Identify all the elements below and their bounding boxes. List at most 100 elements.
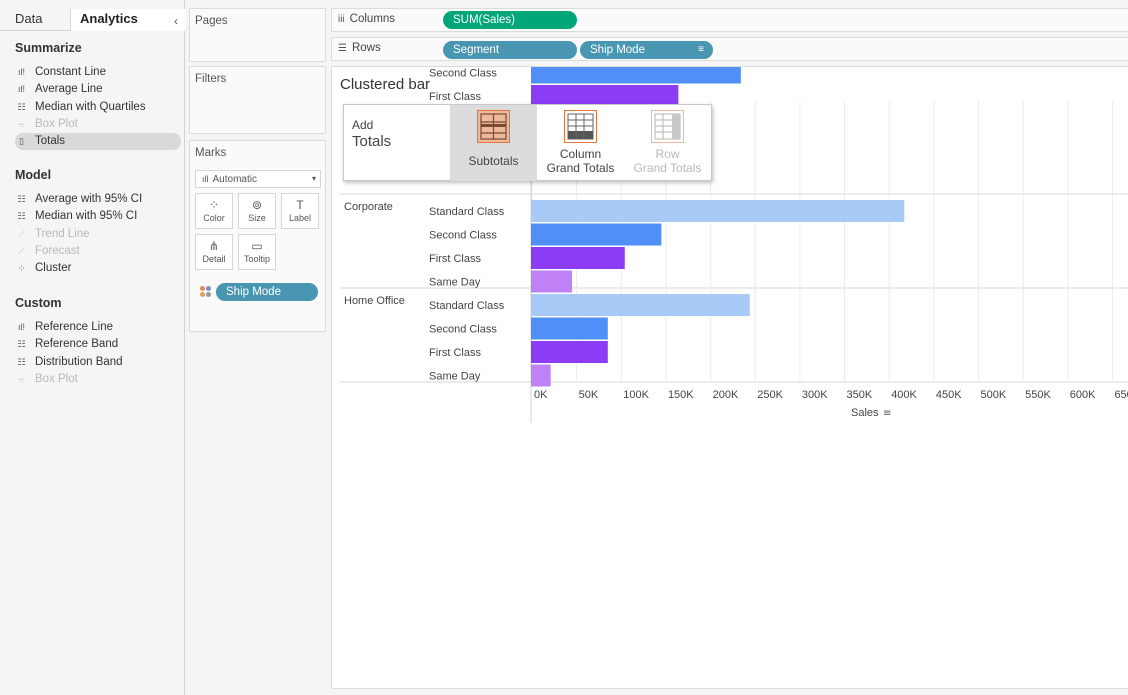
color-icon	[200, 286, 212, 298]
analytics-item-reference-band[interactable]: ☷ Reference Band	[15, 336, 180, 353]
analytics-item-forecast: ⟋ Forecast	[15, 243, 180, 260]
ship-mode-label: Second Class	[429, 68, 497, 80]
segment-label: Corporate	[344, 201, 393, 213]
analytics-item-label: Reference Line	[35, 321, 113, 333]
columns-shelf-label: iii Columns	[338, 13, 395, 25]
ship-mode-label: Second Class	[429, 324, 497, 336]
ship-mode-label: Same Day	[429, 371, 481, 383]
x-tick-label: 400K	[891, 389, 917, 401]
analytics-item-average-line[interactable]: ıl! Average Line	[15, 81, 180, 98]
rows-icon: ☰	[338, 43, 347, 54]
distribution-band-icon: ☷	[17, 356, 26, 367]
reference-line-icon: ıl!	[17, 322, 25, 332]
analytics-item-label: Totals	[35, 135, 66, 148]
tooltip-mark-button[interactable]: ▭ Tooltip	[238, 234, 276, 270]
x-tick-label: 500K	[981, 389, 1007, 401]
median-quartiles-icon: ☷	[17, 101, 26, 112]
median-ci-icon: ☷	[17, 211, 26, 222]
analytics-item-distribution-band[interactable]: ☷ Distribution Band	[15, 354, 180, 371]
size-mark-button[interactable]: ⊚ Size	[238, 193, 276, 229]
mark-type-dropdown[interactable]: ıll Automatic ▾	[195, 170, 321, 188]
segment-pill[interactable]: Segment	[443, 41, 577, 59]
mark-button-label: Size	[248, 213, 266, 223]
tab-analytics-label: Analytics	[80, 11, 138, 26]
label-mark-button[interactable]: T Label	[281, 193, 319, 229]
tooltip-icon: ▭	[251, 239, 263, 253]
mark-button-label: Color	[203, 213, 225, 223]
collapse-pane-icon[interactable]: ‹	[174, 11, 178, 31]
marks-title: Marks	[195, 147, 227, 159]
column-grand-totals-option[interactable]: Column Grand Totals	[537, 105, 624, 181]
mark-type-value: Automatic	[212, 174, 257, 185]
ship-mode-label: First Class	[429, 253, 481, 265]
subtotals-icon	[476, 110, 510, 143]
bar	[531, 341, 608, 363]
color-icon: ⁘	[208, 198, 220, 212]
analytics-item-label: Cluster	[35, 262, 72, 275]
label-icon: T	[296, 198, 304, 212]
forecast-icon: ⟋	[18, 245, 25, 256]
add-totals-popup: Add Totals Subtotals Column Grand Totals…	[343, 104, 712, 181]
ship-mode-label: Standard Class	[429, 206, 505, 218]
average-line-icon: ıl!	[17, 84, 25, 95]
rows-shelf-label: ☰ Rows	[338, 42, 381, 54]
x-tick-label: 550K	[1025, 389, 1051, 401]
segment-label: Home Office	[344, 295, 405, 307]
popup-add-label: Add	[352, 118, 374, 132]
mark-button-label: Detail	[202, 254, 226, 264]
column-totals-line2: Grand Totals	[546, 161, 615, 175]
bar	[531, 270, 573, 293]
analytics-item-label: Median with Quartiles	[35, 100, 146, 113]
sort-icon: ≡	[698, 44, 704, 55]
bar	[531, 364, 551, 387]
x-tick-label: 150K	[668, 389, 694, 401]
analytics-item-label: Average Line	[35, 83, 103, 96]
sort-icon: ≡	[883, 408, 891, 419]
analytics-item-label: Average with 95% CI	[35, 193, 143, 205]
analytics-item-average-with-95-ci[interactable]: ☷ Average with 95% CI	[15, 191, 180, 208]
x-tick-label: 300K	[802, 389, 828, 401]
columns-shelf[interactable]: iii Columns SUM(Sales)	[331, 8, 1128, 32]
ship-mode-pill-label: Ship Mode	[590, 44, 645, 56]
analytics-item-median-with-95-ci[interactable]: ☷ Median with 95% CI	[15, 208, 180, 225]
analytics-item-cluster[interactable]: ⁘ Cluster	[15, 260, 180, 277]
analytics-pane: Data Analytics ‹ Summarize ıl! Constant L…	[0, 0, 185, 695]
analytics-item-median-with-quartiles[interactable]: ☷ Median with Quartiles	[15, 99, 180, 116]
x-tick-label: 350K	[847, 389, 873, 401]
bar	[531, 317, 608, 340]
analytics-item-constant-line[interactable]: ıl! Constant Line	[15, 64, 180, 81]
ship-mode-label: Second Class	[429, 230, 497, 242]
model-title: Model	[15, 168, 52, 182]
analytics-item-label: Distribution Band	[35, 355, 123, 368]
filters-card[interactable]: Filters	[189, 66, 326, 134]
pages-card[interactable]: Pages	[189, 8, 326, 62]
color-mark-button[interactable]: ⁘ Color	[195, 193, 233, 229]
detail-mark-button[interactable]: ⋔ Detail	[195, 234, 233, 270]
subtotals-option[interactable]: Subtotals	[450, 105, 537, 181]
pane-tabs: Data Analytics ‹	[0, 9, 185, 31]
ship-mode-color-pill[interactable]: Ship Mode	[216, 283, 318, 301]
ship-mode-label: Standard Class	[429, 300, 505, 312]
rows-shelf[interactable]: ☰ Rows Segment Ship Mode ≡	[331, 37, 1128, 61]
analytics-item-label: Forecast	[35, 244, 80, 257]
tab-analytics[interactable]: Analytics ‹	[70, 9, 185, 31]
analytics-item-box-plot: ⌯ Box Plot	[15, 371, 180, 388]
subtotals-grid-icon	[479, 113, 507, 140]
mark-button-label: Label	[288, 213, 312, 223]
totals-icon: ▯	[19, 136, 24, 147]
bar	[531, 247, 625, 269]
column-totals-line1: Column	[559, 147, 602, 161]
analytics-item-box-plot: ⌯ Box Plot	[15, 116, 180, 133]
analytics-item-totals[interactable]: ▯ Totals	[15, 133, 181, 151]
reference-band-icon: ☷	[17, 339, 26, 350]
tab-data[interactable]: Data	[15, 9, 70, 31]
x-tick-label: 450K	[936, 389, 962, 401]
marks-card: Marks ıll Automatic ▾ ⁘ Color ⊚ Size T Label ⋔ D…	[189, 140, 326, 332]
ship-mode-pill[interactable]: Ship Mode ≡	[580, 41, 713, 59]
analytics-item-reference-line[interactable]: ıl! Reference Line	[15, 319, 180, 336]
view-title: Clustered bar	[340, 76, 431, 93]
bar	[531, 223, 662, 246]
analytics-item-label: Median with 95% CI	[35, 210, 138, 223]
row-totals-line2: Grand Totals	[633, 161, 702, 175]
sum-sales-pill[interactable]: SUM(Sales)	[443, 11, 577, 29]
